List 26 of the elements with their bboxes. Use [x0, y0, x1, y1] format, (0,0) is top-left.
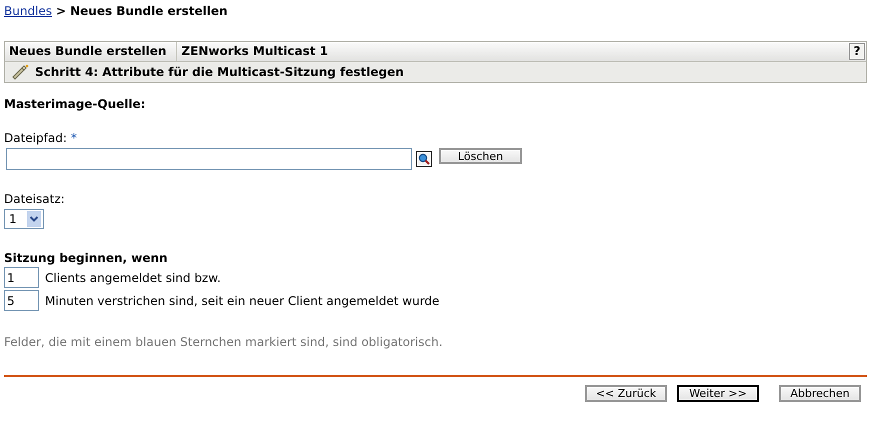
number-field[interactable]: 5 — [4, 290, 39, 311]
breadcrumb-separator: > — [56, 4, 66, 18]
required-note: Felder, die mit einem blauen Sternchen markiert sind, sind obligatorisch. — [4, 335, 444, 349]
condition-label: Minuten verstrichen sind, seit ein neuer Client angemeldet wurde — [45, 294, 440, 308]
section-title: Sitzung beginnen, wenn — [4, 251, 169, 265]
field-label: Dateipfad: — [4, 131, 67, 145]
file-set-dropdown[interactable]: 1 — [4, 209, 44, 229]
breadcrumb-current: Neues Bundle erstellen — [70, 4, 228, 18]
help-button[interactable]: ? — [849, 43, 865, 60]
section-title: Masterimage-Quelle: — [4, 97, 146, 111]
breadcrumb-link[interactable]: Bundles — [4, 4, 52, 18]
search-icon[interactable] — [416, 151, 432, 167]
wizard-button[interactable]: << Zurück — [585, 385, 667, 402]
field-label: Dateisatz: — [4, 192, 66, 206]
clear-button[interactable]: Löschen — [439, 148, 522, 164]
step-title: Schritt 4: Attribute für die Multicast-Sitzung festlegen — [35, 65, 404, 79]
caret-icon — [27, 211, 41, 227]
condition-label: Clients angemeldet sind bzw. — [45, 270, 221, 284]
file-path-field[interactable] — [6, 148, 412, 170]
wizard-button[interactable]: Weiter >> — [677, 385, 759, 402]
header-title: ZENworks Multicast 1 — [180, 43, 329, 60]
required-mark: * — [70, 131, 77, 145]
wizard-button[interactable]: Abbrechen — [779, 385, 861, 402]
number-field[interactable]: 1 — [4, 267, 39, 288]
header-title: Neues Bundle erstellen — [5, 42, 178, 61]
wand-icon — [11, 64, 29, 80]
